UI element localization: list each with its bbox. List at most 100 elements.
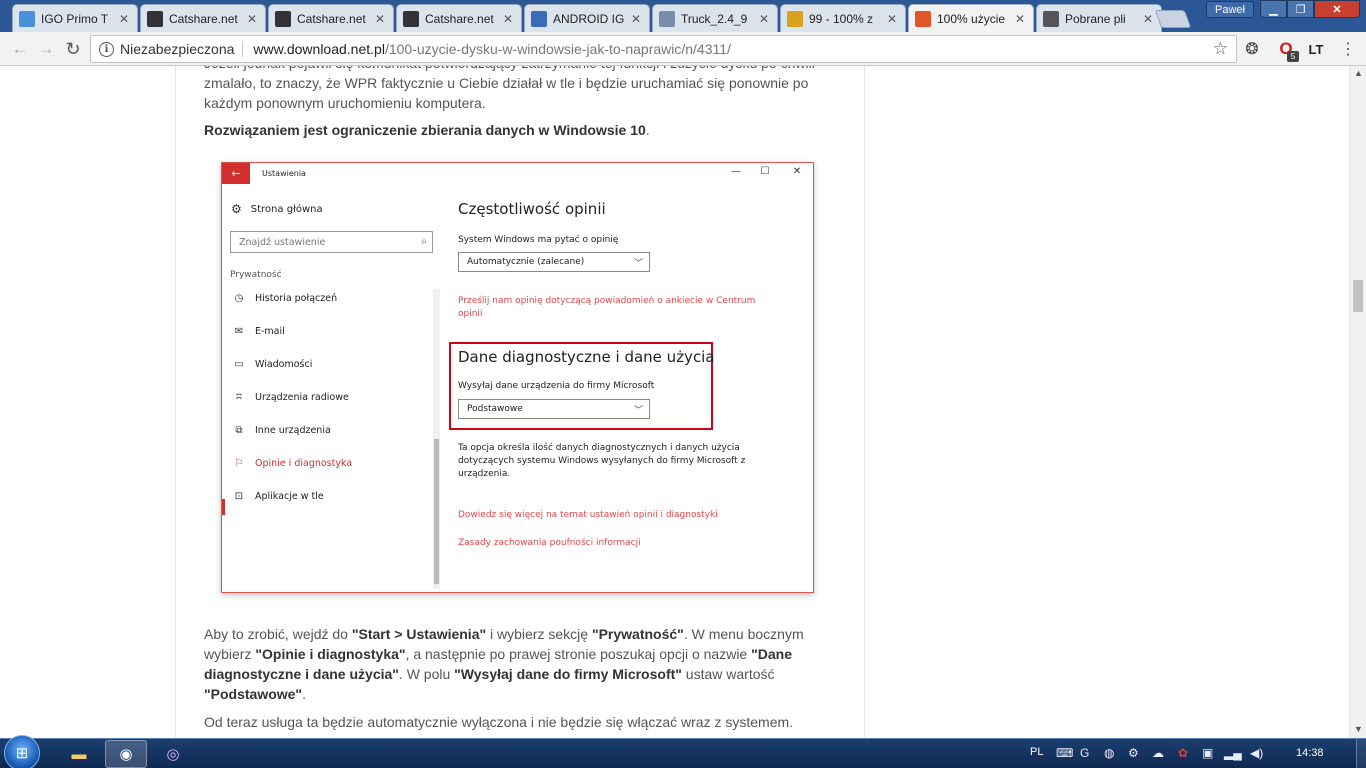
clock[interactable]: 14:38 bbox=[1296, 747, 1324, 759]
mail-icon: ✉ bbox=[234, 326, 244, 337]
tab-close-icon[interactable]: ✕ bbox=[501, 12, 515, 26]
tab-close-icon[interactable]: ✕ bbox=[1013, 12, 1027, 26]
tray-app-icon[interactable]: ◍ bbox=[1104, 746, 1114, 760]
extension-globe-icon[interactable]: ❂ bbox=[1242, 39, 1262, 59]
extension-languagetool-icon[interactable]: LT bbox=[1306, 39, 1326, 59]
apps-icon: ⊡ bbox=[234, 491, 244, 502]
show-desktop-button[interactable] bbox=[1356, 739, 1366, 768]
url-host[interactable]: www.download.net.pl bbox=[253, 41, 385, 57]
tray-steam-icon[interactable]: ⚙ bbox=[1128, 746, 1139, 760]
tray-g-icon[interactable]: G bbox=[1080, 746, 1089, 760]
windows-logo-icon: ⊞ bbox=[15, 745, 29, 762]
tray-flag-icon[interactable]: ✿ bbox=[1178, 746, 1188, 760]
diagnostic-data-value: Podstawowe bbox=[467, 404, 523, 414]
tray-cloud-icon[interactable]: ☁ bbox=[1152, 746, 1164, 760]
bold-phrase: "Wysyłaj dane do firmy Microsoft" bbox=[454, 666, 682, 682]
chevron-down-icon: ﹀ bbox=[633, 259, 643, 269]
settings-titlebar: ← Ustawienia — ☐ ✕ bbox=[222, 163, 813, 184]
browser-toolbar: ← → ↻ i Niezabezpieczona www.download.ne… bbox=[0, 32, 1366, 66]
settings-minimize-icon: — bbox=[731, 166, 741, 177]
bookmark-star-icon[interactable]: ☆ bbox=[1213, 39, 1228, 59]
settings-nav-item: ʭ Urządzenia radiowe bbox=[232, 392, 348, 403]
tab-close-icon[interactable]: ✕ bbox=[629, 12, 643, 26]
tab-4[interactable]: ANDROID IG ✕ bbox=[524, 4, 650, 32]
settings-home-label: Strona główna bbox=[250, 203, 323, 215]
tab-label: 99 - 100% z bbox=[809, 11, 874, 26]
maximize-button[interactable]: ❐ bbox=[1287, 0, 1314, 18]
tab-strip: IGO Primo T ✕ Catshare.net ✕ Catshare.net ✕ Ca… bbox=[0, 0, 1366, 32]
tab-1[interactable]: Catshare.net ✕ bbox=[140, 4, 266, 32]
devices-icon: ⧉ bbox=[235, 425, 243, 436]
info-icon[interactable]: i bbox=[99, 41, 114, 57]
article-paragraph-solution: Rozwiązaniem jest ograniczenie zbierania… bbox=[204, 122, 650, 138]
article-paragraph: Od teraz usługa ta będzie automatycznie … bbox=[204, 714, 794, 730]
address-bar[interactable]: i Niezabezpieczona www.download.net.pl/1… bbox=[90, 35, 1237, 63]
tab-0[interactable]: IGO Primo T ✕ bbox=[12, 4, 138, 32]
taskbar-app-button[interactable]: ◎ bbox=[152, 740, 194, 768]
tab-2[interactable]: Catshare.net ✕ bbox=[268, 4, 394, 32]
chrome-icon: ◉ bbox=[119, 746, 133, 763]
chevron-down-icon: ﹀ bbox=[633, 406, 643, 416]
tab-label: Catshare.net bbox=[169, 11, 238, 26]
scroll-down-arrow-icon[interactable]: ▼ bbox=[1354, 724, 1363, 734]
page-scrollbar-thumb[interactable] bbox=[1353, 280, 1363, 312]
gear-icon: ⚙ bbox=[231, 202, 242, 216]
settings-title: Ustawienia bbox=[262, 169, 306, 178]
tray-signal-icon[interactable]: ▂▄ bbox=[1224, 746, 1242, 760]
minimize-button[interactable]: ▁ bbox=[1260, 0, 1287, 18]
back-button[interactable]: ← bbox=[8, 37, 32, 61]
forward-button[interactable]: → bbox=[34, 37, 58, 61]
language-indicator[interactable]: PL bbox=[1030, 746, 1043, 758]
tray-keyboard-icon[interactable]: ⌨ bbox=[1056, 746, 1073, 760]
settings-nav-label: Historia połączeń bbox=[255, 293, 338, 304]
kebab-menu-icon[interactable]: ⋮ bbox=[1338, 39, 1358, 59]
tab-3[interactable]: Catshare.net ✕ bbox=[396, 4, 522, 32]
learn-more-link: Dowiedz się więcej na temat ustawień opi… bbox=[458, 510, 718, 520]
close-icon: ✕ bbox=[1332, 3, 1342, 16]
reload-button[interactable]: ↻ bbox=[61, 37, 85, 61]
settings-scrollbar-thumb bbox=[434, 439, 439, 584]
tab-label: IGO Primo T bbox=[41, 11, 109, 26]
page-scrollbar[interactable]: ▲ ▼ bbox=[1349, 66, 1366, 738]
tab-close-icon[interactable]: ✕ bbox=[1141, 12, 1155, 26]
dn-icon bbox=[915, 10, 931, 27]
security-label[interactable]: Niezabezpieczona bbox=[120, 41, 244, 57]
taskbar-chrome-button[interactable]: ◉ bbox=[105, 740, 147, 768]
taskbar: ⊞ ▬ ◉ ◎ PL ⌨ G ◍ ⚙ ☁ ✿ ▣ ▂▄ ◀) 14:38 bbox=[0, 735, 1366, 768]
url-path[interactable]: /100-uzycie-dysku-w-windowsie-jak-to-nap… bbox=[385, 41, 731, 57]
tray-volume-icon[interactable]: ◀) bbox=[1250, 746, 1263, 760]
radio-icon: ʭ bbox=[236, 392, 242, 403]
tab-close-icon[interactable]: ✕ bbox=[117, 12, 131, 26]
taskbar-explorer-button[interactable]: ▬ bbox=[58, 740, 100, 768]
close-window-button[interactable]: ✕ bbox=[1314, 0, 1360, 18]
tab-7[interactable]: 100% użycie ✕ bbox=[908, 4, 1034, 32]
tab-close-icon[interactable]: ✕ bbox=[757, 12, 771, 26]
folder-icon: ▬ bbox=[71, 745, 87, 763]
tab-8[interactable]: Pobrane pli ✕ bbox=[1036, 4, 1162, 32]
arrow-left-icon: ← bbox=[11, 39, 29, 58]
settings-sidebar: ⚙ Strona główna Znajdź ustawienie ⌕ Prywat… bbox=[222, 184, 442, 592]
start-button[interactable]: ⊞ bbox=[4, 735, 40, 768]
feedback-frequency-label: System Windows ma pytać o opinię bbox=[458, 235, 619, 245]
scroll-up-arrow-icon[interactable]: ▲ bbox=[1354, 68, 1363, 78]
page-viewport: Jeżeli jednak pojawił się komunikat potw… bbox=[0, 66, 1349, 738]
diagnostic-data-dropdown: Podstawowe ﹀ bbox=[458, 399, 650, 419]
article: Jeżeli jednak pojawił się komunikat potw… bbox=[175, 66, 865, 738]
settings-main: Częstotliwość opinii System Windows ma p… bbox=[449, 184, 808, 592]
settings-scrollbar bbox=[433, 289, 440, 589]
profile-button[interactable]: Paweł bbox=[1206, 1, 1254, 18]
extension-badge: 5 bbox=[1287, 51, 1299, 62]
tray-device-icon[interactable]: ▣ bbox=[1202, 746, 1213, 760]
feedback-frequency-dropdown: Automatycznie (zalecane) ﹀ bbox=[458, 252, 650, 272]
igo-icon bbox=[19, 10, 35, 27]
tab-close-icon[interactable]: ✕ bbox=[373, 12, 387, 26]
tab-close-icon[interactable]: ✕ bbox=[885, 12, 899, 26]
settings-nav-item: ✉ E-mail bbox=[232, 326, 285, 337]
tab-6[interactable]: 99 - 100% z ✕ bbox=[780, 4, 906, 32]
new-tab-button[interactable] bbox=[1154, 10, 1192, 28]
settings-screenshot: ← Ustawienia — ☐ ✕ ⚙ Strona główna Znajdź… bbox=[221, 162, 814, 593]
feedback-icon: ⚐ bbox=[234, 458, 244, 469]
tab-5[interactable]: Truck_2.4_9 ✕ bbox=[652, 4, 778, 32]
privacy-statement-link: Zasady zachowania poufności informacji bbox=[458, 538, 641, 548]
tab-close-icon[interactable]: ✕ bbox=[245, 12, 259, 26]
